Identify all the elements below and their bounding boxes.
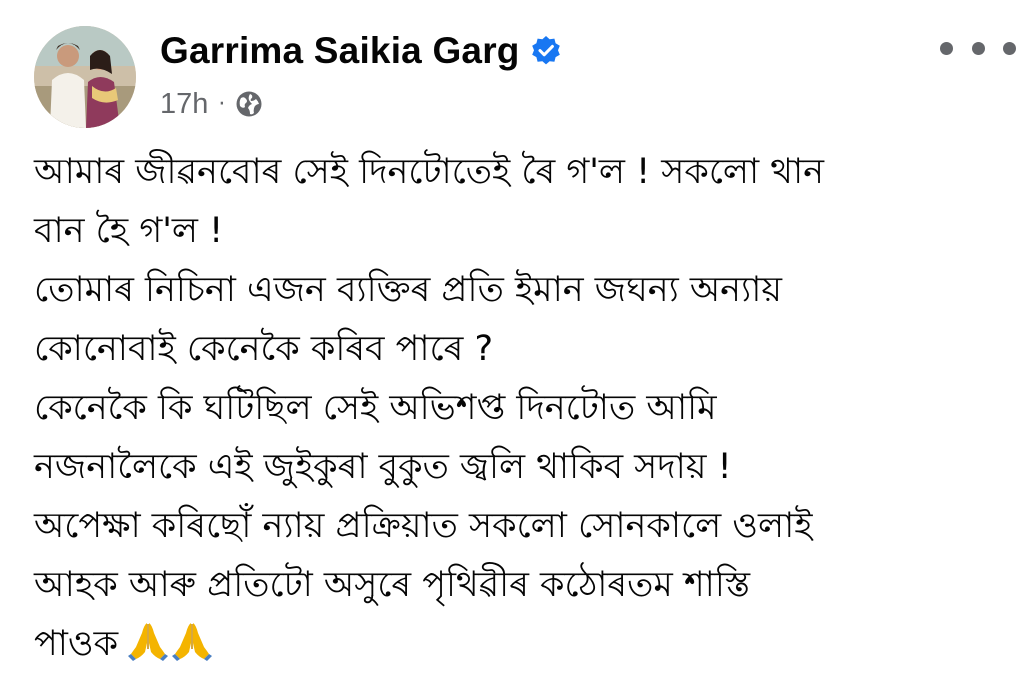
more-dot (971, 41, 985, 55)
facebook-post: Garrima Saikia Garg 17h · আমাৰ জীৱনবোৰ স… (0, 0, 1024, 693)
post-text-line: তোমাৰ নিচিনা এজন ব্যক্তিৰ প্ৰতি ইমান জঘন… (34, 270, 782, 310)
more-dot (940, 41, 953, 55)
globe-icon[interactable] (235, 90, 263, 118)
author-name[interactable]: Garrima Saikia Garg (160, 30, 520, 72)
avatar-image (34, 26, 136, 128)
post-text-line: আমাৰ জীৱনবোৰ সেই দিনটোতেই ৰৈ গ'ল ! সকলো … (34, 152, 824, 192)
post-text-line: আহক আৰু প্ৰতিটো অসুৰে পৃথিৱীৰ কঠোৰতম শাস… (34, 565, 751, 605)
post-text-line: বান হৈ গ'ল ! (34, 211, 224, 251)
post-meta: 17h · (160, 84, 263, 124)
post-text-line: কোনোবাই কেনেকৈ কৰিব পাৰে ? (34, 329, 494, 369)
more-options-button[interactable] (940, 26, 1016, 70)
folded-hands-icon (128, 623, 169, 661)
post-time[interactable]: 17h (160, 88, 208, 121)
author-row: Garrima Saikia Garg (160, 26, 562, 76)
post-text-line: কেনেকৈ কি ঘটিছিল সেই অভিশপ্ত দিনটোত আমি (34, 388, 717, 428)
verified-badge-icon (530, 35, 562, 67)
meta-separator: · (218, 91, 226, 117)
post-text-line: অপেক্ষা কৰিছোঁ ন্যায় প্ৰক্ৰিয়াত সকলো স… (34, 506, 813, 546)
folded-hands-icon (172, 623, 213, 661)
post-last-line: পাওক (34, 615, 1004, 674)
post-text-line: পাওক (34, 624, 119, 664)
post-body: আমাৰ জীৱনবোৰ সেই দিনটোতেই ৰৈ গ'ল ! সকলো … (34, 143, 1004, 674)
emoji-group (128, 619, 216, 680)
avatar[interactable] (34, 26, 136, 128)
post-text-line: নজনালৈকে এই জুইকুৰা বুকুত জ্বলি থাকিব সদ… (34, 447, 732, 487)
more-dot (1003, 41, 1016, 55)
